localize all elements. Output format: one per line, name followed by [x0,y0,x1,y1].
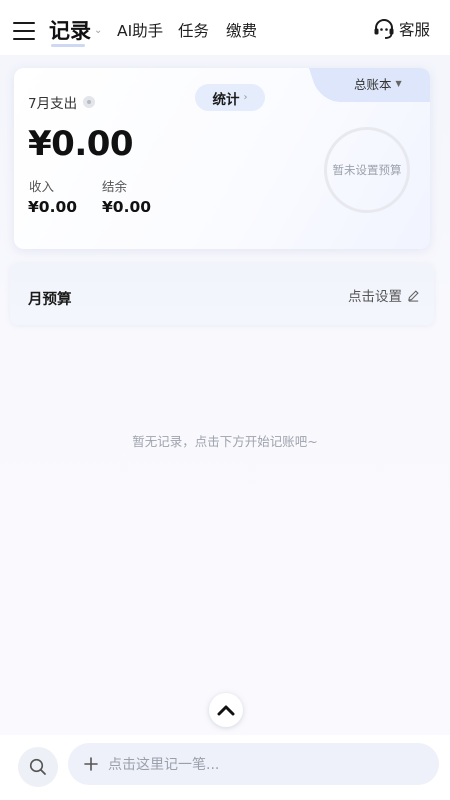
tab-ai-assistant[interactable]: AI助手 [117,21,163,41]
pencil-icon [408,289,419,302]
customer-service-button[interactable]: 客服 [372,17,430,41]
set-budget-label: 点击设置 [348,289,402,305]
customer-service-label: 客服 [398,21,430,39]
income-label: 收入 [29,179,55,194]
tab-records-label: 记录 [49,19,91,47]
quick-record-input[interactable]: 点击这里记一笔... [68,743,439,785]
top-header: 记录 ⌄ AI助手 任务 缴费 客服 [0,0,450,62]
set-budget-button[interactable]: 点击设置 [348,285,420,305]
bottom-input-bar: 点击这里记一笔... [0,735,450,800]
budget-progress-ring[interactable]: 暂未设置预算 [324,127,410,213]
plus-icon [84,757,98,771]
income-value: ¥0.00 [28,198,78,216]
chevron-right-icon: › [243,92,248,103]
quick-record-placeholder: 点击这里记一笔... [108,757,220,773]
expense-summary-card: 7月支出 统计 › 总账本 ▼ ¥0.00 收入 ¥0.00 结余 ¥0.00 … [14,68,430,249]
search-button[interactable] [18,747,58,787]
monthly-budget-title: 月预算 [28,292,72,308]
tab-tasks[interactable]: 任务 [178,21,209,41]
month-expense-label: 7月支出 [28,92,96,112]
main-content: 7月支出 统计 › 总账本 ▼ ¥0.00 收入 ¥0.00 结余 ¥0.00 … [0,55,450,735]
menu-icon[interactable] [13,22,35,42]
chevron-up-icon [217,705,235,716]
eye-icon[interactable] [83,96,96,108]
caret-down-icon: ▼ [395,79,402,88]
statistics-label: 统计 [212,91,240,108]
month-expense-text: 7月支出 [28,96,78,112]
total-expense-amount: ¥0.00 [28,124,134,164]
budget-ring-text: 暂未设置预算 [332,163,402,177]
ledger-label: 总账本 [354,77,392,92]
headset-icon [374,19,394,39]
chevron-down-icon: ⌄ [94,25,103,36]
tab-payment[interactable]: 缴费 [226,21,257,41]
balance-value: ¥0.00 [102,198,152,216]
search-icon [29,758,46,775]
ledger-selector[interactable]: 总账本 ▼ [308,68,430,102]
empty-records-hint: 暂无记录，点击下方开始记账吧~ [132,434,318,449]
tab-records[interactable]: 记录 ⌄ [49,18,103,47]
expand-up-button[interactable] [209,693,243,727]
monthly-budget-card: 月预算 点击设置 [10,263,434,325]
balance-label: 结余 [102,179,128,194]
statistics-button[interactable]: 统计 › [195,84,265,111]
